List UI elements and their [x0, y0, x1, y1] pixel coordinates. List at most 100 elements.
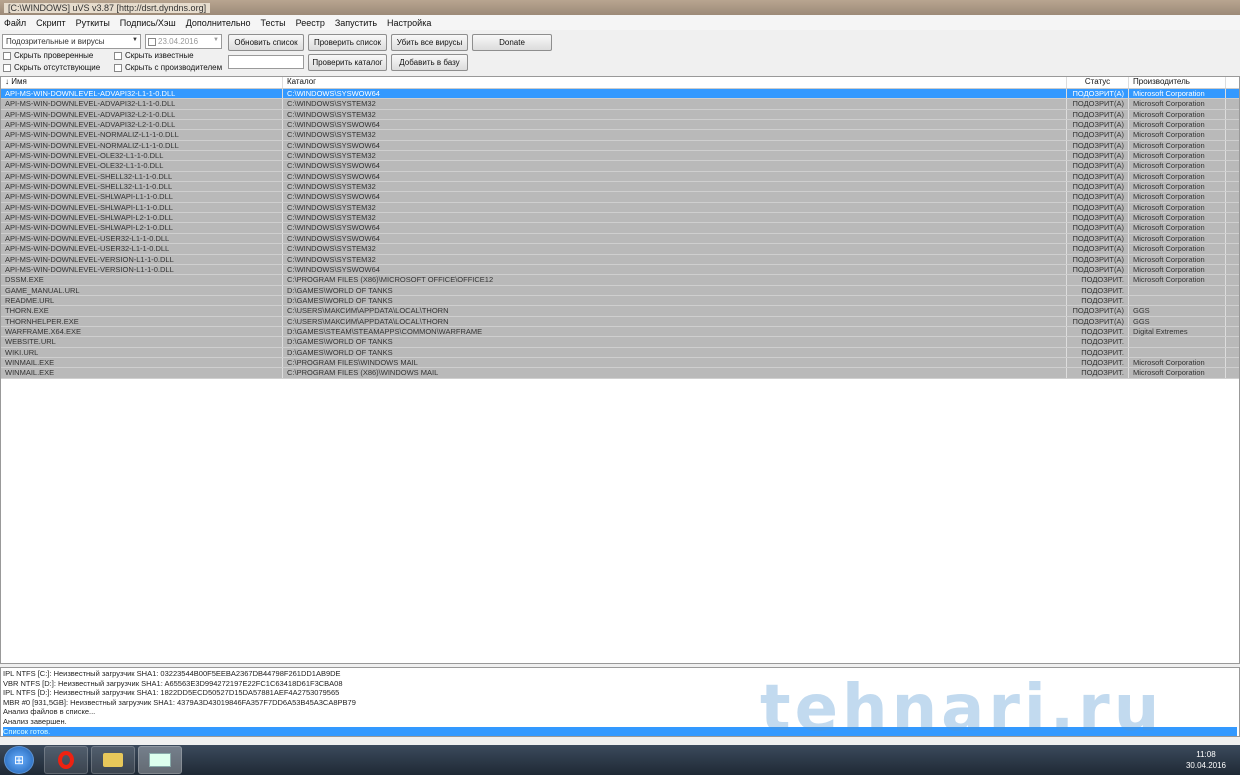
cell-name: API-MS-WIN-DOWNLEVEL-OLE32-L1-1-0.DLL [1, 151, 283, 161]
cell-name: DSSM.EXE [1, 275, 283, 285]
taskbar-opera[interactable] [44, 746, 88, 774]
table-row[interactable]: THORN.EXE C:\USERS\МАКСИМ\APPDATA\LOCAL\T… [1, 306, 1239, 317]
menu-item[interactable]: Скрипт [36, 18, 65, 28]
checkbox-label: Скрыть проверенные [14, 51, 94, 60]
cell-status: ПОДОЗРИТ(А) [1067, 306, 1129, 316]
table-row[interactable]: API-MS-WIN-DOWNLEVEL-ADVAPI32-L1-1-0.DLL… [1, 89, 1239, 100]
table-row[interactable]: API-MS-WIN-DOWNLEVEL-OLE32-L1-1-0.DLL C:\… [1, 161, 1239, 172]
cell-name: WINMAIL.EXE [1, 368, 283, 378]
hide-checked-checkbox[interactable]: Скрыть проверенные [3, 51, 93, 60]
table-row[interactable]: API-MS-WIN-DOWNLEVEL-NORMALIZ-L1-1-0.DLL… [1, 140, 1239, 152]
file-list[interactable]: ↓ Имя Каталог Статус Производитель API-M… [0, 76, 1240, 664]
table-row[interactable]: GAME_MANUAL.URL D:\GAMES\WORLD OF TANKS ПО… [1, 285, 1239, 296]
menu-item[interactable]: Настройка [387, 18, 431, 28]
hide-missing-checkbox[interactable]: Скрыть отсутствующие [3, 63, 100, 72]
menu-item[interactable]: Запустить [335, 18, 377, 28]
cell-vendor: Microsoft Corporation [1129, 99, 1226, 109]
cell-vendor [1129, 337, 1226, 347]
cell-directory: C:\WINDOWS\SYSWOW64 [283, 264, 1067, 275]
table-row[interactable]: DSSM.EXE C:\PROGRAM FILES (X86)\MICROSOFT… [1, 275, 1239, 286]
cell-directory: C:\WINDOWS\SYSTEM32 [283, 202, 1067, 213]
kill-all-viruses-button[interactable]: Убить все вирусы [391, 34, 468, 51]
checkbox-box[interactable] [3, 63, 11, 72]
cell-status: ПОДОЗРИТ. [1067, 275, 1129, 285]
checkbox-box[interactable] [3, 51, 11, 60]
table-row[interactable]: WINMAIL.EXE C:\PROGRAM FILES (X86)\WINDOW… [1, 368, 1239, 379]
checkbox-box[interactable] [114, 51, 122, 60]
table-row[interactable]: WEBSITE.URL D:\GAMES\WORLD OF TANKS ПОДОЗР… [1, 337, 1239, 348]
table-row[interactable]: API-MS-WIN-DOWNLEVEL-OLE32-L1-1-0.DLL C:\… [1, 151, 1239, 162]
table-row[interactable]: API-MS-WIN-DOWNLEVEL-SHELL32-L1-1-0.DLL C… [1, 171, 1239, 183]
cell-directory: C:\WINDOWS\SYSTEM32 [283, 130, 1067, 140]
cell-directory: D:\GAMES\WORLD OF TANKS [283, 285, 1067, 295]
table-row[interactable]: API-MS-WIN-DOWNLEVEL-ADVAPI32-L2-1-0.DLL… [1, 109, 1239, 121]
column-header-name[interactable]: ↓ Имя [1, 77, 283, 88]
table-row[interactable]: API-MS-WIN-DOWNLEVEL-VERSION-L1-1-0.DLL C… [1, 254, 1239, 265]
checkbox-box[interactable] [114, 63, 122, 72]
filter-select[interactable]: Подозрительные и вирусы ▼ [2, 34, 141, 49]
cell-directory: C:\WINDOWS\SYSTEM32 [283, 151, 1067, 161]
hide-vendor-checkbox[interactable]: Скрыть с производителем [114, 63, 222, 72]
column-header-vendor[interactable]: Производитель [1129, 77, 1226, 88]
menu-item[interactable]: Подпись/Хэш [120, 18, 176, 28]
table-row[interactable]: WARFRAME.X64.EXE D:\GAMES\STEAM\STEAMAPPS… [1, 326, 1239, 338]
add-to-database-button[interactable]: Добавить в базу [391, 54, 468, 71]
cell-directory: C:\PROGRAM FILES\WINDOWS MAIL [283, 357, 1067, 368]
cell-directory: C:\WINDOWS\SYSWOW64 [283, 140, 1067, 151]
menu-item[interactable]: Руткиты [76, 18, 110, 28]
table-row[interactable]: API-MS-WIN-DOWNLEVEL-VERSION-L1-1-0.DLL C… [1, 264, 1239, 276]
table-row[interactable]: WIKI.URL D:\GAMES\WORLD OF TANKS ПОДОЗРИТ. [1, 347, 1239, 358]
window-title: [C:\WINDOWS] uVS v3.87 [http://dsrt.dynd… [4, 2, 211, 13]
date-picker[interactable]: 23.04.2016 ▼ [145, 34, 222, 49]
table-row[interactable]: API-MS-WIN-DOWNLEVEL-SHELL32-L1-1-0.DLL C… [1, 182, 1239, 193]
table-row[interactable]: API-MS-WIN-DOWNLEVEL-USER32-L1-1-0.DLL C:… [1, 233, 1239, 245]
table-row[interactable]: API-MS-WIN-DOWNLEVEL-NORMALIZ-L1-1-0.DLL… [1, 130, 1239, 141]
cell-vendor: Microsoft Corporation [1129, 233, 1226, 244]
cell-name: API-MS-WIN-DOWNLEVEL-USER32-L1-1-0.DLL [1, 233, 283, 244]
table-row[interactable]: API-MS-WIN-DOWNLEVEL-ADVAPI32-L1-1-0.DLL… [1, 99, 1239, 110]
taskbar-uvs[interactable] [138, 746, 182, 774]
table-row[interactable]: API-MS-WIN-DOWNLEVEL-ADVAPI32-L2-1-0.DLL… [1, 120, 1239, 131]
menu-item[interactable]: Файл [4, 18, 26, 28]
cell-directory: C:\USERS\МАКСИМ\APPDATA\LOCAL\THORN [283, 316, 1067, 326]
table-row[interactable]: API-MS-WIN-DOWNLEVEL-SHLWAPI-L1-1-0.DLL C… [1, 192, 1239, 203]
check-directory-button[interactable]: Проверить каталог [308, 54, 387, 71]
refresh-list-button[interactable]: Обновить список [228, 34, 304, 51]
cell-name: API-MS-WIN-DOWNLEVEL-SHELL32-L1-1-0.DLL [1, 171, 283, 182]
cell-vendor: Microsoft Corporation [1129, 202, 1226, 213]
cell-directory: C:\WINDOWS\SYSTEM32 [283, 99, 1067, 109]
taskbar-explorer[interactable] [91, 746, 135, 774]
cell-status: ПОДОЗРИТ. [1067, 347, 1129, 357]
cell-name: WEBSITE.URL [1, 337, 283, 347]
cell-directory: C:\WINDOWS\SYSWOW64 [283, 171, 1067, 182]
table-row[interactable]: API-MS-WIN-DOWNLEVEL-SHLWAPI-L1-1-0.DLL C… [1, 202, 1239, 214]
cell-vendor: GGS [1129, 306, 1226, 316]
donate-button[interactable]: Donate [472, 34, 552, 51]
cell-status: ПОДОЗРИТ(А) [1067, 120, 1129, 130]
column-header-directory[interactable]: Каталог [283, 77, 1067, 88]
system-clock[interactable]: 11:08 30.04.2016 [1186, 749, 1226, 771]
cell-vendor: Microsoft Corporation [1129, 254, 1226, 264]
cell-vendor: Microsoft Corporation [1129, 275, 1226, 285]
check-list-button[interactable]: Проверить список [308, 34, 387, 51]
cell-status: ПОДОЗРИТ(А) [1067, 161, 1129, 171]
table-row[interactable]: API-MS-WIN-DOWNLEVEL-SHLWAPI-L2-1-0.DLL C… [1, 223, 1239, 234]
watermark: tehnari.ru [760, 672, 1164, 746]
table-row[interactable]: API-MS-WIN-DOWNLEVEL-SHLWAPI-L2-1-0.DLL C… [1, 213, 1239, 224]
windows-logo-icon: ⊞ [13, 753, 25, 767]
cell-vendor: GGS [1129, 316, 1226, 326]
column-header-status[interactable]: Статус [1067, 77, 1129, 88]
start-button[interactable]: ⊞ [4, 746, 34, 774]
cell-name: THORNHELPER.EXE [1, 316, 283, 326]
cell-name: API-MS-WIN-DOWNLEVEL-VERSION-L1-1-0.DLL [1, 264, 283, 275]
table-row[interactable]: WINMAIL.EXE C:\PROGRAM FILES\WINDOWS MAIL… [1, 357, 1239, 369]
menu-item[interactable]: Дополнительно [186, 18, 251, 28]
hide-known-checkbox[interactable]: Скрыть известные [114, 51, 194, 60]
menu-item[interactable]: Реестр [296, 18, 325, 28]
cell-directory: D:\GAMES\WORLD OF TANKS [283, 347, 1067, 357]
date-checkbox[interactable] [148, 38, 156, 46]
menu-item[interactable]: Тесты [261, 18, 286, 28]
table-row[interactable]: API-MS-WIN-DOWNLEVEL-USER32-L1-1-0.DLL C:… [1, 244, 1239, 255]
table-row[interactable]: README.URL D:\GAMES\WORLD OF TANKS ПОДОЗРИ… [1, 295, 1239, 307]
table-row[interactable]: THORNHELPER.EXE C:\USERS\МАКСИМ\APPDATA\L… [1, 316, 1239, 327]
